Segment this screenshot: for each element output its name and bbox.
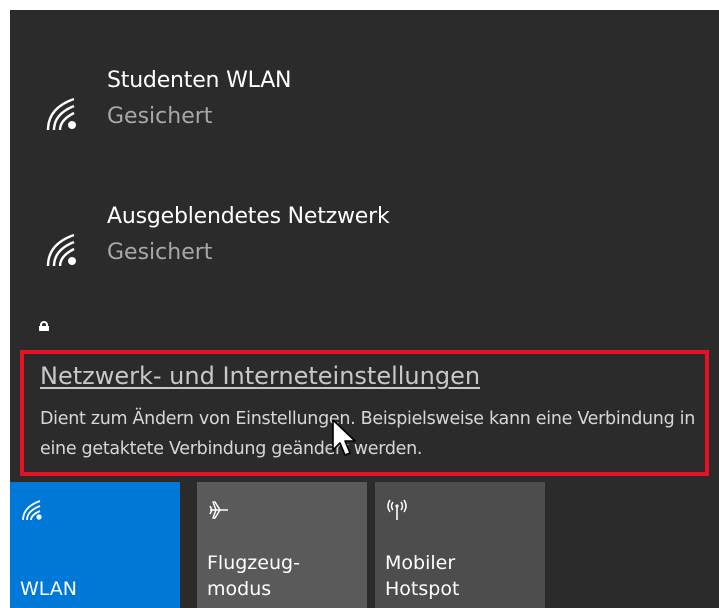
tile-mobile-hotspot[interactable]: Mobiler Hotspot — [375, 482, 545, 608]
tile-airplane-mode[interactable]: Flugzeug- modus — [197, 482, 367, 608]
tile-label: Mobiler Hotspot — [385, 552, 460, 600]
tile-wlan[interactable]: WLAN — [10, 482, 180, 608]
lock-icon — [39, 321, 49, 331]
wifi-icon — [46, 97, 76, 131]
network-flyout: Studenten WLAN Gesichert Ausgeblendetes … — [10, 10, 719, 608]
wifi-icon — [22, 500, 42, 521]
airplane-icon — [209, 501, 228, 519]
network-name: Studenten WLAN — [107, 68, 292, 93]
mouse-cursor-icon — [332, 419, 356, 456]
tile-label: Flugzeug- modus — [207, 552, 300, 600]
wifi-icon — [46, 233, 76, 267]
network-item-ausgeblendetes-netzwerk[interactable]: Ausgeblendetes Netzwerk Gesichert — [10, 204, 719, 324]
network-settings-description: Dient zum Ändern von Einstellungen. Beis… — [40, 409, 696, 459]
network-item-studenten-wlan[interactable]: Studenten WLAN Gesichert — [10, 68, 719, 188]
network-status: Gesichert — [107, 240, 213, 265]
network-settings-highlight: Netzwerk- und Interneteinstellungen Dien… — [20, 350, 709, 476]
network-status: Gesichert — [107, 104, 213, 129]
network-settings-link[interactable]: Netzwerk- und Interneteinstellungen — [40, 362, 480, 390]
hotspot-icon — [387, 499, 407, 520]
network-name: Ausgeblendetes Netzwerk — [107, 204, 390, 229]
tile-label: WLAN — [20, 578, 78, 600]
